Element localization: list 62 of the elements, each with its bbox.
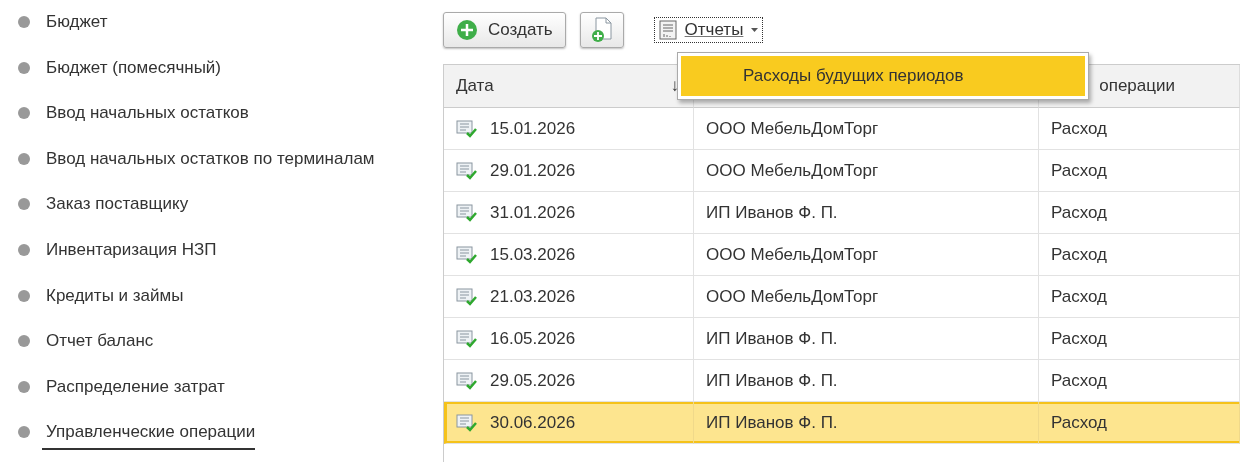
document-check-icon [456, 118, 478, 139]
sidebar-link[interactable]: Инвентаризация НЗП [46, 239, 217, 268]
reports-menu[interactable]: Отчеты [653, 17, 764, 43]
bullet-icon [18, 152, 30, 165]
date-cell[interactable]: 29.05.2026 [444, 360, 694, 402]
sidebar-link[interactable]: Кредиты и займы [46, 285, 184, 314]
sidebar-link[interactable]: Управленческие операции [42, 422, 256, 451]
bullet-icon [18, 426, 30, 439]
bullet-icon [18, 61, 30, 74]
sidebar-link[interactable]: Заказ поставщику [46, 194, 189, 223]
date-cell[interactable]: 30.06.2026 [444, 402, 694, 444]
document-plus-icon [590, 17, 613, 43]
table-cell: Расход [1039, 318, 1240, 360]
table-cell: Расход [1039, 360, 1240, 402]
date-cell[interactable]: 15.01.2026 [444, 108, 694, 150]
sidebar-link[interactable]: Отчет баланс [46, 331, 154, 360]
create-button[interactable]: Создать [443, 12, 566, 48]
menu-item[interactable]: Расходы будущих периодов [681, 56, 1085, 96]
date-cell[interactable]: 21.03.2026 [444, 276, 694, 318]
bullet-icon [18, 198, 30, 211]
document-check-icon [456, 286, 478, 307]
date-cell[interactable]: 29.01.2026 [444, 150, 694, 192]
date-cell[interactable]: 31.01.2026 [444, 192, 694, 234]
document-check-icon [456, 160, 478, 181]
document-check-icon [456, 412, 478, 433]
sidebar-link[interactable]: Ввод начальных остатков по терминалам [46, 148, 375, 177]
table-cell: ИП Иванов Ф. П. [694, 318, 1039, 360]
document-check-icon [456, 328, 478, 349]
caret-icon [751, 28, 759, 32]
table-cell: ИП Иванов Ф. П. [694, 360, 1039, 402]
sidebar-link[interactable]: Бюджет (помесячный) [46, 57, 221, 86]
plus-icon [456, 19, 478, 41]
table-cell: Расход [1039, 192, 1240, 234]
sidebar-link[interactable]: Распределение затрат [46, 376, 225, 405]
new-document-button[interactable] [579, 12, 624, 48]
table-cell: Расход [1039, 108, 1240, 150]
table-cell: Расход [1039, 234, 1240, 276]
report-icon [658, 20, 677, 40]
bullet-icon [18, 243, 30, 256]
date-cell[interactable]: 15.03.2026 [444, 234, 694, 276]
sidebar-link[interactable]: Бюджет [46, 12, 108, 40]
date-cell[interactable]: 16.05.2026 [444, 318, 694, 360]
column-header[interactable]: Дата ↓ [444, 65, 694, 108]
table-cell: Расход [1039, 150, 1240, 192]
table-cell: ИП Иванов Ф. П. [694, 402, 1039, 444]
table-cell: Расход [1039, 276, 1240, 318]
sort-arrow: ↓ [670, 76, 679, 96]
table-cell: Расход [1039, 402, 1240, 444]
bullet-icon [18, 16, 30, 28]
document-check-icon [456, 370, 478, 391]
document-check-icon [456, 244, 478, 265]
bullet-icon [18, 380, 30, 393]
document-check-icon [456, 202, 478, 223]
table-cell: ООО МебельДомТорг [694, 234, 1039, 276]
bullet-icon [18, 289, 30, 302]
bullet-icon [18, 335, 30, 348]
sidebar-link[interactable]: Ввод начальных остатков [46, 103, 249, 132]
table-cell: ООО МебельДомТорг [694, 108, 1039, 150]
bullet-icon [18, 107, 30, 120]
table-cell: ИП Иванов Ф. П. [694, 192, 1039, 234]
table-cell: ООО МебельДомТорг [694, 150, 1039, 192]
table-cell: ООО МебельДомТорг [694, 276, 1039, 318]
